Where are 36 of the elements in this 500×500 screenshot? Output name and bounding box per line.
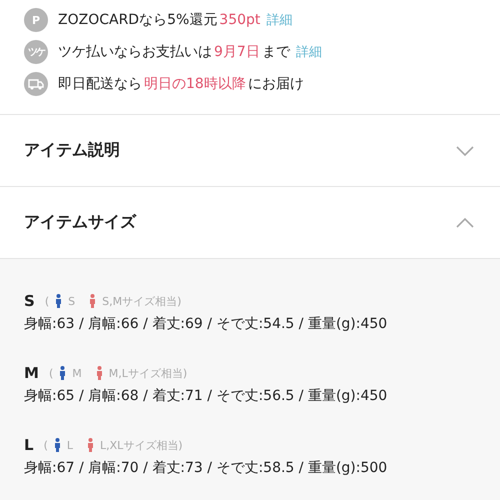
size-measurements: 身幅:67 / 肩幅:70 / 着丈:73 / そで丈:58.5 / 重量(g):500 bbox=[24, 459, 388, 477]
info-text: ツケ払いならお支払いは bbox=[58, 43, 212, 61]
info-text: まで bbox=[262, 43, 290, 61]
info-text: 即日配送なら bbox=[58, 75, 142, 93]
woman-icon bbox=[89, 294, 96, 308]
men-size: S bbox=[68, 294, 76, 308]
chevron-icon bbox=[456, 146, 474, 156]
men-size: M bbox=[72, 366, 82, 380]
highlight-text: 明日の18時以降 bbox=[144, 75, 246, 93]
accordion-header[interactable]: アイテム説明 bbox=[0, 115, 500, 186]
size-label: L bbox=[24, 436, 34, 454]
women-size: M,Lサイズ相当) bbox=[108, 366, 188, 380]
info-text: ZOZOCARDなら5%還元 bbox=[58, 11, 218, 29]
woman-icon bbox=[96, 366, 103, 380]
highlight-text: 350pt bbox=[219, 12, 260, 28]
accordion-header[interactable]: アイテムサイズ bbox=[0, 187, 500, 258]
paren-text: ( bbox=[48, 366, 54, 380]
man-icon bbox=[59, 366, 66, 380]
size-label: S bbox=[24, 292, 35, 310]
payment-icon: ツケ bbox=[24, 40, 48, 64]
women-size: S,Mサイズ相当) bbox=[102, 294, 182, 308]
woman-icon bbox=[87, 438, 94, 452]
paren-text: ( bbox=[44, 294, 50, 308]
size-measurements: 身幅:65 / 肩幅:68 / 着丈:71 / そで丈:56.5 / 重量(g):450 bbox=[24, 387, 388, 405]
point-icon: P bbox=[24, 8, 48, 32]
man-icon bbox=[54, 438, 61, 452]
women-size: L,XLサイズ相当) bbox=[100, 438, 183, 452]
size-measurements: 身幅:63 / 肩幅:66 / 着丈:69 / そで丈:54.5 / 重量(g):450 bbox=[24, 315, 388, 333]
chevron-icon bbox=[456, 218, 474, 228]
info-text: にお届け bbox=[248, 75, 304, 93]
size-label: M bbox=[24, 364, 39, 382]
highlight-text: 9月7日 bbox=[214, 43, 260, 61]
men-size: L bbox=[66, 438, 73, 452]
paren-text: ( bbox=[44, 438, 48, 452]
man-icon bbox=[55, 294, 62, 308]
truck-icon bbox=[24, 72, 48, 96]
